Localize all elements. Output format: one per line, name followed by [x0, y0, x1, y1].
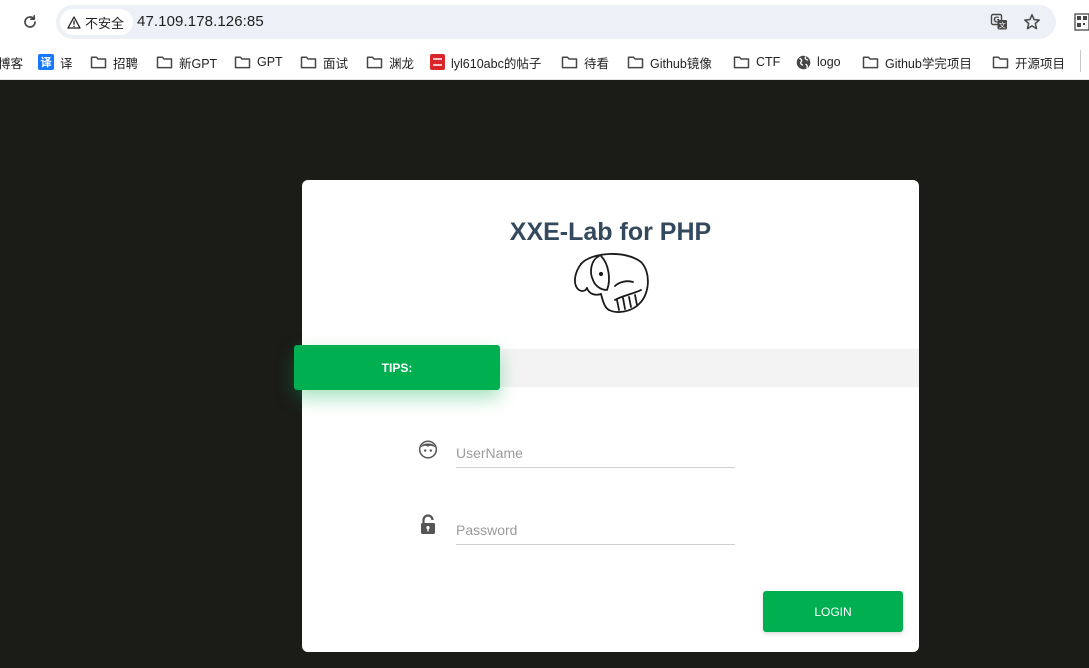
username-field[interactable] — [456, 438, 735, 468]
bookmark-label: 面试 — [323, 56, 349, 71]
bookmark-label: lyl610abc的帖子 — [451, 56, 542, 71]
bookmark-label: 待看 — [584, 56, 610, 71]
php-elephant-icon — [574, 253, 649, 313]
bookmark-folder-github-finished[interactable]: Github学完项目 — [862, 52, 972, 72]
bookmark-folder-to-read[interactable]: 待看 — [561, 52, 609, 72]
security-label: 不安全 — [85, 15, 125, 31]
login-button[interactable]: LOGIN — [763, 591, 903, 632]
bookmark-folder-yuanlong[interactable]: 渊龙 — [366, 52, 414, 72]
bookmark-folder-gpt[interactable]: GPT — [234, 52, 283, 72]
folder-icon — [992, 55, 1009, 69]
user-face-icon — [417, 438, 439, 460]
bookmark-label: 新GPT — [179, 56, 218, 71]
tips-button[interactable]: TIPS: — [294, 345, 500, 390]
folder-icon — [862, 55, 879, 69]
translate-icon[interactable]: G 文 — [989, 12, 1009, 32]
lock-icon — [417, 514, 439, 536]
bookmarks-bar: 博客 译 译 招聘 新GPT GPT 面试 渊龙 lyl610abc的帖子 待看… — [0, 44, 1089, 80]
bookmark-label: 招聘 — [113, 56, 139, 71]
folder-icon — [90, 55, 107, 69]
bookmark-folder-new-gpt[interactable]: 新GPT — [156, 52, 217, 72]
bookmark-folder-github-mirror[interactable]: Github镜像 — [627, 52, 712, 72]
folder-icon — [300, 55, 317, 69]
warning-triangle-icon — [67, 15, 81, 29]
bookmark-label: 开源项目 — [1015, 56, 1066, 71]
address-bar[interactable]: 不安全 47.109.178.126:85 G 文 — [56, 5, 1056, 39]
folder-icon — [156, 55, 173, 69]
translate-badge-icon: 译 — [38, 54, 54, 70]
bookmark-folder-zhaopin[interactable]: 招聘 — [90, 52, 138, 72]
folder-icon — [234, 55, 251, 69]
folder-icon — [366, 55, 383, 69]
folder-icon — [561, 55, 578, 69]
bookmarks-divider — [1080, 50, 1081, 72]
bookmark-label: Github学完项目 — [885, 56, 972, 71]
bookmark-label: GPT — [257, 55, 283, 69]
login-card: XXE-Lab for PHP UserName LOGIN — [302, 180, 919, 652]
globe-icon — [796, 55, 811, 70]
bookmark-label: CTF — [756, 55, 781, 69]
bookmark-translate[interactable]: 译 译 — [38, 52, 73, 72]
reload-icon[interactable] — [19, 11, 41, 33]
svg-text:文: 文 — [999, 21, 1006, 30]
page-title: XXE-Lab for PHP — [509, 218, 712, 246]
bookmark-label: 渊龙 — [389, 56, 415, 71]
bookmark-logo[interactable]: logo — [796, 52, 841, 72]
password-field[interactable] — [456, 515, 735, 545]
star-icon[interactable] — [1022, 12, 1042, 32]
bookmark-folder-ctf[interactable]: CTF — [733, 52, 780, 72]
browser-toolbar: 不安全 47.109.178.126:85 G 文 — [0, 0, 1089, 44]
url-text[interactable]: 47.109.178.126:85 — [137, 13, 264, 30]
bookmark-lyl610abc-posts[interactable]: lyl610abc的帖子 — [430, 52, 541, 72]
page-background: XXE-Lab for PHP UserName LOGIN TIPS: — [0, 80, 1089, 668]
bookmark-folder-interview[interactable]: 面试 — [300, 52, 348, 72]
bookmark-label: logo — [817, 55, 841, 69]
folder-icon — [733, 55, 750, 69]
bookmark-label: Github镜像 — [650, 56, 712, 71]
bookmark-blog[interactable]: 博客 — [0, 52, 23, 72]
security-indicator[interactable]: 不安全 — [60, 9, 134, 35]
bookmark-label: 博客 — [0, 56, 24, 71]
bookmark-label: 译 — [60, 56, 73, 71]
bookmark-folder-open-source[interactable]: 开源项目 — [992, 52, 1065, 72]
seal-icon — [430, 54, 445, 70]
qr-code-icon[interactable] — [1073, 12, 1089, 32]
folder-icon — [627, 55, 644, 69]
